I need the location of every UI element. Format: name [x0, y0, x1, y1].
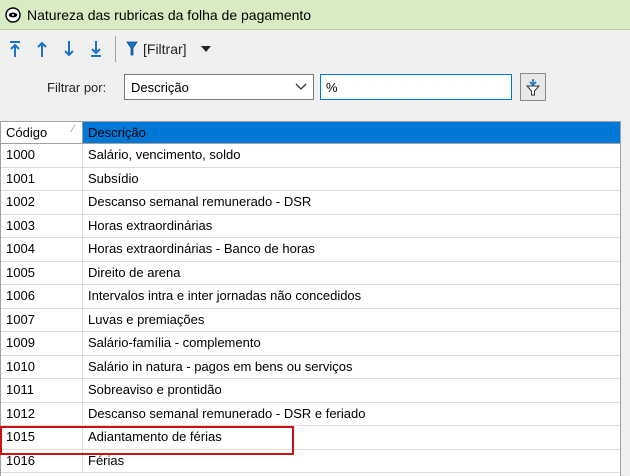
- move-down-button[interactable]: [56, 35, 82, 63]
- cell-code: 1002: [1, 191, 83, 214]
- toolbar: [Filtrar]: [0, 30, 630, 68]
- cell-code: 1001: [1, 167, 83, 190]
- move-first-button[interactable]: [2, 35, 28, 63]
- apply-filter-button[interactable]: [520, 73, 546, 101]
- chevron-down-icon: [200, 46, 211, 52]
- arrow-down-icon: [64, 41, 74, 57]
- funnel-icon: [126, 41, 138, 56]
- window-title: Natureza das rubricas da folha de pagame…: [27, 6, 312, 23]
- table-row[interactable]: 1005 Direito de arena: [1, 261, 620, 285]
- table-row[interactable]: 1001 Subsídio: [1, 167, 620, 191]
- cell-description: Descanso semanal remunerado - DSR e feri…: [88, 405, 366, 421]
- cell-description: Salário in natura - pagos em bens ou ser…: [88, 358, 353, 374]
- table-row[interactable]: 1016 Férias: [1, 449, 620, 473]
- table-row[interactable]: 1009 Salário-família - complemento: [1, 332, 620, 356]
- toolbar-separator: [115, 36, 116, 62]
- arrow-down-to-bottom-icon: [91, 41, 101, 57]
- filter-apply-icon: [525, 79, 541, 96]
- table-row[interactable]: 1000 Salário, vencimento, soldo: [1, 144, 620, 168]
- column-header-description[interactable]: Descrição: [83, 122, 620, 143]
- window-menu-icon[interactable]: [5, 6, 21, 23]
- cell-code: 1016: [1, 449, 83, 472]
- cell-code: 1007: [1, 308, 83, 331]
- cell-code: 1004: [1, 238, 83, 261]
- arrow-up-to-top-icon: [10, 41, 20, 57]
- table-row[interactable]: 1011 Sobreaviso e prontidão: [1, 379, 620, 403]
- cell-code: 1003: [1, 214, 83, 237]
- column-header-description-label: Descrição: [88, 125, 146, 140]
- cell-description: Salário, vencimento, soldo: [88, 147, 241, 162]
- move-up-button[interactable]: [29, 35, 55, 63]
- grid-body: 1000 Salário, vencimento, soldo 1001 Subsíd…: [1, 144, 620, 473]
- cell-description: Intervalos intra e inter jornadas não co…: [88, 288, 362, 303]
- column-header-code-label: Código: [6, 125, 48, 140]
- table-row[interactable]: 1012 Descanso semanal remunerado - DSR e …: [1, 402, 620, 426]
- cell-description: Salário-família - complemento: [88, 335, 261, 350]
- cell-description: Subsídio: [88, 170, 139, 186]
- sort-indicator-icon: ⁄: [72, 124, 74, 135]
- table-row[interactable]: 1002 Descanso semanal remunerado - DSR: [1, 191, 620, 215]
- cell-code: 1015: [1, 426, 83, 449]
- table-row[interactable]: 1010 Salário in natura - pagos em bens ou…: [1, 355, 620, 379]
- rubricas-grid[interactable]: Código ⁄ Descrição 1000 Salário, vencimen…: [0, 121, 621, 476]
- cell-description: Luvas e premiações: [88, 311, 205, 327]
- filter-row: Filtrar por: Descrição: [0, 72, 630, 104]
- cell-code: 1000: [1, 144, 83, 167]
- filter-label: [Filtrar]: [143, 41, 187, 57]
- cell-description: Descanso semanal remunerado - DSR: [88, 194, 312, 209]
- cell-code: 1012: [1, 402, 83, 425]
- cell-description: Sobreaviso e prontidão: [88, 382, 222, 397]
- cell-code: 1010: [1, 355, 83, 378]
- table-row[interactable]: 1006 Intervalos intra e inter jornadas nã…: [1, 285, 620, 309]
- table-row[interactable]: 1003 Horas extraordinárias: [1, 214, 620, 238]
- filter-field-value: Descrição: [131, 80, 189, 95]
- grid-header: Código ⁄ Descrição: [1, 122, 620, 144]
- table-row[interactable]: 1015 Adiantamento de férias: [1, 426, 620, 450]
- cell-code: 1006: [1, 285, 83, 308]
- cell-description: Adiantamento de férias: [88, 429, 222, 444]
- cell-description: Horas extraordinárias - Banco de horas: [88, 241, 315, 256]
- table-row[interactable]: 1007 Luvas e premiações: [1, 308, 620, 332]
- chevron-down-icon: [295, 83, 307, 90]
- filter-dropdown-button[interactable]: [Filtrar]: [124, 35, 213, 63]
- filter-value-input[interactable]: [320, 74, 512, 100]
- cell-code: 1009: [1, 332, 83, 355]
- cell-code: 1005: [1, 261, 83, 284]
- cell-code: 1011: [1, 379, 83, 402]
- move-last-button[interactable]: [83, 35, 109, 63]
- table-row[interactable]: 1004 Horas extraordinárias - Banco de hor…: [1, 238, 620, 262]
- cell-description: Direito de arena: [88, 264, 181, 280]
- filter-by-label: Filtrar por:: [47, 80, 107, 95]
- filter-field-select[interactable]: Descrição: [124, 74, 314, 100]
- title-bar: Natureza das rubricas da folha de pagame…: [0, 0, 630, 30]
- cell-description: Férias: [88, 452, 125, 468]
- column-header-code[interactable]: Código ⁄: [1, 122, 83, 143]
- cell-description: Horas extraordinárias: [88, 217, 213, 233]
- arrow-up-icon: [37, 41, 47, 57]
